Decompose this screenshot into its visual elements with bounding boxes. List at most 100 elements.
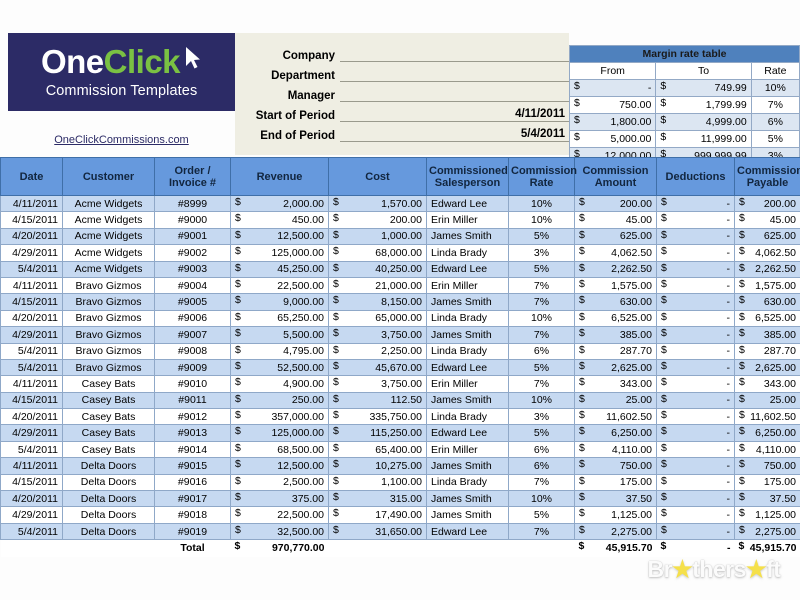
info-label: End of Period: [260, 130, 335, 142]
cell-date: 4/20/2011: [0, 490, 63, 508]
margin-header-rate: Rate: [750, 62, 800, 80]
margin-rate-row: $ - $749.99 10%: [568, 79, 800, 97]
margin-from-cell: $5,000.00: [568, 130, 657, 148]
cell-cost: $1,100.00: [328, 473, 427, 492]
column-header-customer[interactable]: Customer: [62, 157, 155, 196]
cell-invoice: #9006: [154, 309, 231, 328]
cell-invoice: #9013: [154, 424, 231, 442]
cell-commission-rate: 6%: [508, 342, 575, 360]
document-info-panel: Company Department Manager Start of Peri…: [235, 33, 569, 155]
cell-commission-rate: 3%: [508, 244, 575, 262]
table-row[interactable]: 5/4/2011 Bravo Gizmos #9008 $4,795.00 $2,250…: [0, 342, 800, 360]
table-row[interactable]: 5/4/2011 Delta Doors #9019 $32,500.00 $31,65…: [0, 522, 800, 541]
margin-from-cell: $1,800.00: [568, 113, 657, 131]
cell-commission-rate: 10%: [508, 309, 575, 328]
margin-to-cell: $4,999.00: [655, 113, 752, 131]
total-commission-payable: $45,915.70: [734, 539, 800, 557]
cell-commission-payable: $385.00: [734, 326, 800, 344]
commission-grid: Date Customer Order / Invoice # Revenue C…: [0, 157, 800, 557]
cell-commission-payable: $25.00: [734, 391, 800, 410]
end-of-period-field[interactable]: 5/4/2011: [340, 127, 569, 142]
cell-deductions: $ -: [656, 375, 735, 393]
column-header-date[interactable]: Date: [0, 157, 63, 196]
cell-commission-amount: $11,602.50: [574, 408, 657, 426]
table-row[interactable]: 5/4/2011 Casey Bats #9014 $68,500.00 $65,400…: [0, 440, 800, 459]
column-header-deductions[interactable]: Deductions: [656, 157, 735, 196]
commission-table-header-row: Date Customer Order / Invoice # Revenue C…: [0, 157, 800, 196]
column-header-cost[interactable]: Cost: [328, 157, 427, 196]
column-header-commission-payable[interactable]: Commission Payable: [734, 157, 800, 196]
cell-commission-rate: 5%: [508, 260, 575, 278]
cursor-arrow-icon: [184, 42, 202, 75]
cell-date: 4/11/2011: [0, 457, 63, 475]
cell-salesperson: Erin Miller: [426, 375, 509, 393]
column-header-invoice[interactable]: Order / Invoice #: [154, 157, 231, 196]
total-blank-rate: [508, 539, 575, 557]
table-row[interactable]: 4/11/2011 Bravo Gizmos #9004 $22,500.00 $21,…: [0, 276, 800, 295]
cell-deductions: $ -: [656, 244, 735, 262]
table-row[interactable]: 5/4/2011 Bravo Gizmos #9009 $52,500.00 $45,6…: [0, 358, 800, 377]
cell-salesperson: James Smith: [426, 391, 509, 410]
company-field[interactable]: [340, 61, 569, 62]
cell-commission-amount: $37.50: [574, 490, 657, 508]
cell-customer: Delta Doors: [62, 490, 155, 508]
table-row[interactable]: 4/15/2011 Bravo Gizmos #9005 $9,000.00 $8,15…: [0, 293, 800, 311]
cell-salesperson: Linda Brady: [426, 244, 509, 262]
department-field[interactable]: [340, 81, 569, 82]
cell-deductions: $ -: [656, 293, 735, 311]
cell-commission-rate: 7%: [508, 293, 575, 311]
cell-deductions: $ -: [656, 490, 735, 508]
header-area: One Click Commission Templates OneClickCo…: [0, 0, 800, 165]
cell-salesperson: Linda Brady: [426, 309, 509, 328]
cell-commission-rate: 7%: [508, 522, 575, 541]
cell-salesperson: James Smith: [426, 506, 509, 524]
cell-invoice: #9012: [154, 408, 231, 426]
manager-field[interactable]: [340, 101, 569, 102]
table-row[interactable]: 4/15/2011 Acme Widgets #9000 $450.00 $200.00…: [0, 211, 800, 229]
cell-commission-amount: $4,110.00: [574, 440, 657, 459]
cell-revenue: $22,500.00: [230, 506, 329, 524]
table-row[interactable]: 4/15/2011 Delta Doors #9016 $2,500.00 $1,100…: [0, 473, 800, 492]
margin-from-cell: $750.00: [568, 96, 657, 114]
table-row[interactable]: 4/15/2011 Casey Bats #9011 $250.00 $112.50 Ja…: [0, 391, 800, 410]
cell-cost: $68,000.00: [328, 244, 427, 262]
cell-revenue: $12,500.00: [230, 457, 329, 475]
info-label: Start of Period: [255, 110, 335, 122]
table-row[interactable]: 4/29/2011 Casey Bats #9013 $125,000.00 $115,…: [0, 424, 800, 442]
margin-rate-cell: 7%: [750, 96, 800, 114]
cell-customer: Casey Bats: [62, 391, 155, 410]
cell-customer: Delta Doors: [62, 473, 155, 492]
table-row[interactable]: 4/11/2011 Casey Bats #9010 $4,900.00 $3,750.…: [0, 375, 800, 393]
cell-invoice: #9000: [154, 211, 231, 229]
column-header-commission-rate[interactable]: Commission Rate: [508, 157, 577, 196]
table-row[interactable]: 4/20/2011 Casey Bats #9012 $357,000.00 $335,…: [0, 408, 800, 426]
cell-commission-amount: $750.00: [574, 457, 657, 475]
table-row[interactable]: 4/29/2011 Bravo Gizmos #9007 $5,500.00 $3,75…: [0, 326, 800, 344]
brand-word-click: Click: [103, 43, 181, 80]
table-row[interactable]: 4/20/2011 Delta Doors #9017 $375.00 $315.00 J…: [0, 490, 800, 508]
cell-date: 5/4/2011: [0, 342, 63, 360]
start-of-period-field[interactable]: 4/11/2011: [340, 107, 569, 122]
column-header-salesperson[interactable]: Commissioned Salesperson: [426, 157, 509, 196]
brand-url-link[interactable]: OneClickCommissions.com: [8, 134, 235, 146]
cell-deductions: $ -: [656, 424, 735, 442]
column-header-revenue[interactable]: Revenue: [230, 157, 329, 196]
cell-date: 4/20/2011: [0, 408, 63, 426]
table-row[interactable]: 4/11/2011 Delta Doors #9015 $12,500.00 $10,2…: [0, 457, 800, 475]
info-label: Company: [282, 50, 335, 62]
table-row[interactable]: 4/20/2011 Bravo Gizmos #9006 $65,250.00 $65,…: [0, 309, 800, 328]
total-revenue: $970,770.00: [230, 539, 329, 557]
cell-salesperson: Edward Lee: [426, 260, 509, 278]
table-row[interactable]: 4/20/2011 Acme Widgets #9001 $12,500.00 $1,0…: [0, 227, 800, 246]
table-row[interactable]: 4/11/2011 Acme Widgets #8999 $2,000.00 $1,57…: [0, 194, 800, 213]
table-row[interactable]: 5/4/2011 Acme Widgets #9003 $45,250.00 $40,2…: [0, 260, 800, 278]
table-row[interactable]: 4/29/2011 Delta Doors #9018 $22,500.00 $17,4…: [0, 506, 800, 524]
cell-commission-amount: $200.00: [574, 194, 657, 213]
brand-logo-panel: One Click Commission Templates: [8, 33, 235, 111]
cell-invoice: #9014: [154, 440, 231, 459]
cell-deductions: $ -: [656, 457, 735, 475]
cell-deductions: $ -: [656, 342, 735, 360]
total-blank-cost: [328, 539, 427, 557]
table-row[interactable]: 4/29/2011 Acme Widgets #9002 $125,000.00 $68…: [0, 244, 800, 262]
column-header-commission-amount[interactable]: Commission Amount: [574, 157, 657, 196]
